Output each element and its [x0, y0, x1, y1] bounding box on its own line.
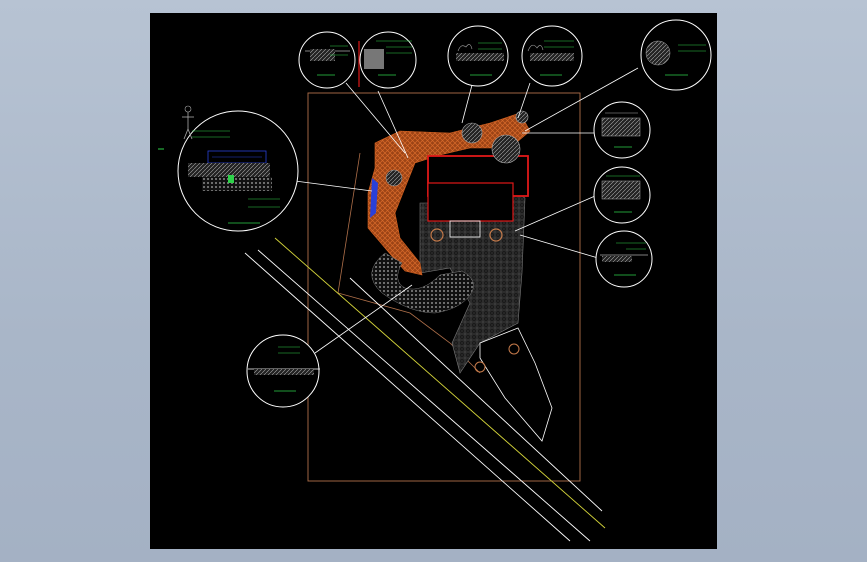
detail-top-mid-2-icon[interactable]	[521, 25, 583, 87]
site-plan-svg	[158, 19, 712, 542]
detail-top-left-2-icon[interactable]	[359, 31, 417, 89]
detail-bottom-left-icon[interactable]	[246, 334, 320, 408]
detail-right-3-icon[interactable]	[595, 230, 653, 288]
detail-right-2-icon[interactable]	[593, 166, 651, 224]
detail-top-left-1-icon[interactable]	[298, 31, 356, 89]
detail-left-large-icon[interactable]	[158, 105, 299, 232]
detail-top-mid-1-icon[interactable]	[447, 25, 509, 87]
building-wing	[427, 182, 514, 222]
cad-drawing-canvas[interactable]	[150, 13, 717, 549]
detail-right-1-icon[interactable]	[593, 101, 651, 159]
detail-top-right-icon[interactable]	[640, 19, 712, 91]
